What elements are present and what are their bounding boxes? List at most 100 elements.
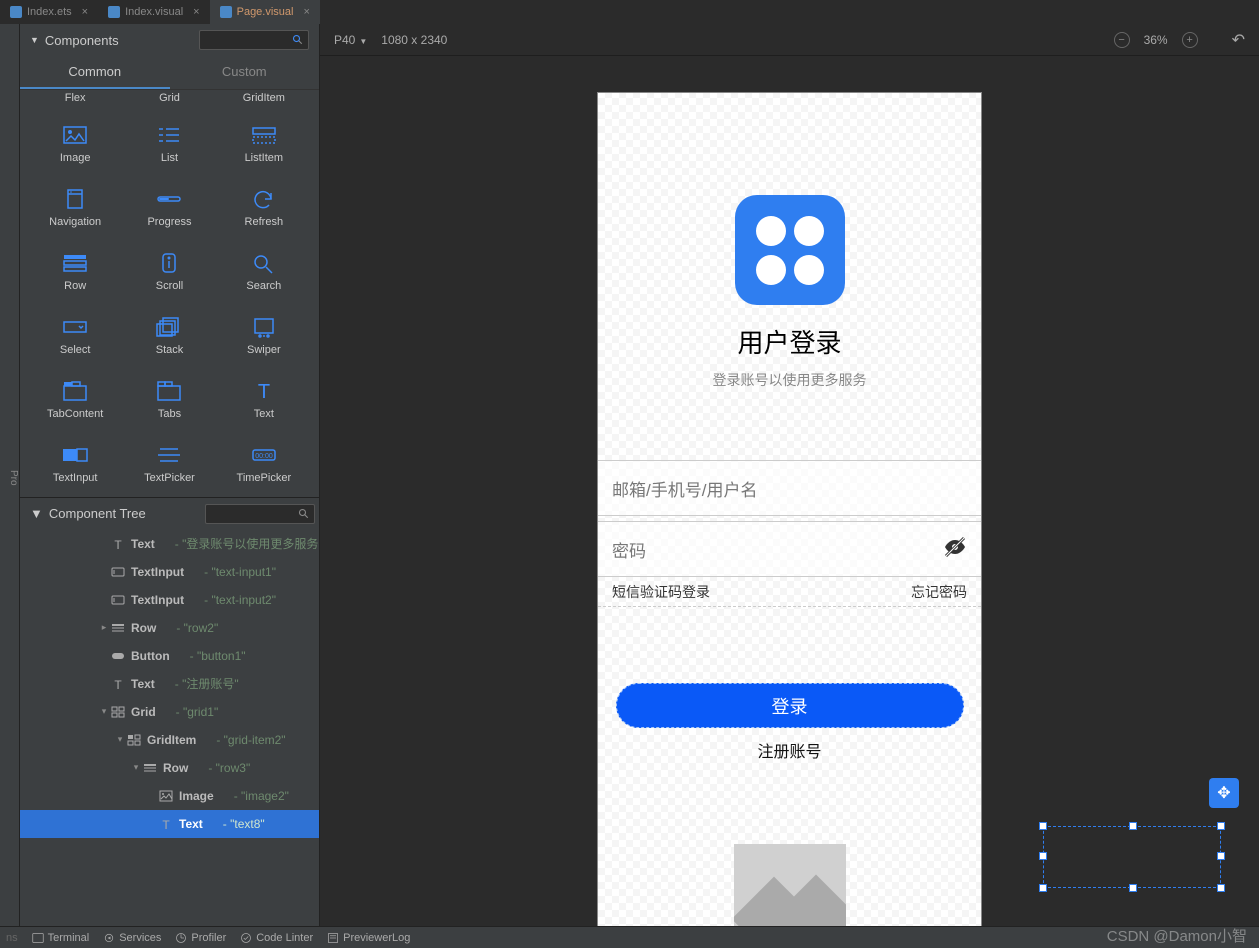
resize-handle[interactable] [1129,822,1137,830]
textinput-icon [61,444,89,466]
components-panel: ▼ Components Common Custom FlexGridGridI… [20,24,320,926]
file-tab-index-visual[interactable]: Index.visual× [98,0,210,24]
tree-row-text[interactable]: TText- "text8" [20,810,319,838]
component-label: TimePicker [237,472,292,484]
close-icon[interactable]: × [82,6,88,18]
component-stack[interactable]: Stack [122,304,216,368]
tab-custom[interactable]: Custom [170,56,320,89]
sms-login-link[interactable]: 短信验证码登录 [612,582,710,602]
move-handle[interactable]: ✥ [1209,778,1239,808]
component-search[interactable]: Search [217,240,311,304]
timepicker-icon: 00:00 [250,444,278,466]
tree-hint: - "row2" [176,621,218,635]
tree-row-text[interactable]: TText- "注册账号" [20,670,319,698]
bottom-toolbar: ns Terminal Services Profiler Code Linte… [0,926,1259,948]
undo-icon[interactable]: ↶ [1232,30,1245,50]
image-icon [61,124,89,146]
tree-hint: - "登录账号以使用更多服务 [175,535,319,552]
component-grid[interactable]: Grid [122,90,216,112]
expand-icon[interactable]: ▾ [114,734,126,745]
profiler-tab[interactable]: Profiler [175,932,226,944]
previewer-log-tab[interactable]: PreviewerLog [327,932,410,944]
svg-text:00:00: 00:00 [255,453,273,460]
close-icon[interactable]: × [303,6,309,18]
terminal-tab[interactable]: Terminal [32,932,90,944]
resize-handle[interactable] [1217,852,1225,860]
components-grid: FlexGridGridItem ImageListListItem Navigat… [20,90,319,497]
close-icon[interactable]: × [193,6,199,18]
tree-row-textinput[interactable]: TextInput- "text-input2" [20,586,319,614]
resize-handle[interactable] [1217,822,1225,830]
component-tabcontent[interactable]: TabContent [28,368,122,432]
tree-row-row[interactable]: ▾Row- "row3" [20,754,319,782]
tree-row-text[interactable]: TText- "登录账号以使用更多服务 [20,530,319,558]
component-flex[interactable]: Flex [28,90,122,112]
tree-row-textinput[interactable]: TextInput- "text-input1" [20,558,319,586]
component-tabs[interactable]: Tabs [122,368,216,432]
expand-icon[interactable]: ▸ [98,622,110,633]
component-timepicker[interactable]: 00:00 TimePicker [217,432,311,496]
zoom-in-button[interactable]: + [1182,32,1198,48]
tree-hint: - "image2" [234,789,289,803]
component-label: Row [64,280,86,292]
register-link[interactable]: 注册账号 [757,738,821,762]
resize-handle[interactable] [1039,852,1047,860]
grid-icon [110,705,126,719]
component-griditem[interactable]: GridItem [217,90,311,112]
expand-icon[interactable]: ▾ [130,762,142,773]
tree-row-image[interactable]: Image- "image2" [20,782,319,810]
tree-row-grid[interactable]: ▾Grid- "grid1" [20,698,319,726]
resize-handle[interactable] [1217,884,1225,892]
file-tab-page-visual[interactable]: Page.visual× [210,0,320,24]
tree-row-row[interactable]: ▸Row- "row2" [20,614,319,642]
left-gutter[interactable]: Pro [0,24,20,926]
tree-search[interactable] [205,504,315,524]
component-select[interactable]: Select [28,304,122,368]
components-search[interactable] [199,30,309,50]
password-field[interactable]: 密码 [598,521,981,577]
component-progress[interactable]: Progress [122,176,216,240]
expand-icon[interactable]: ▾ [98,706,110,717]
resize-handle[interactable] [1129,884,1137,892]
tree-label: GridItem [147,733,196,747]
login-button[interactable]: 登录 [616,683,964,728]
visibility-off-icon[interactable] [943,535,967,564]
component-listitem[interactable]: ListItem [217,112,311,176]
component-textpicker[interactable]: TextPicker [122,432,216,496]
component-list[interactable]: List [122,112,216,176]
listitem-icon [250,124,278,146]
component-image[interactable]: Image [28,112,122,176]
tree-label: Text [131,677,155,691]
component-text[interactable]: TText [217,368,311,432]
forgot-password-link[interactable]: 忘记密码 [911,582,967,602]
phone-preview[interactable]: 用户登录 登录账号以使用更多服务 邮箱/手机号/用户名 密码 短信验证码登录 忘… [597,92,982,926]
tree-label: Button [131,649,170,663]
tree-header[interactable]: ▼ Component Tree [20,497,319,530]
username-field[interactable]: 邮箱/手机号/用户名 [598,460,981,516]
collapse-icon[interactable]: ▼ [30,506,43,521]
file-tab-index-ets[interactable]: Index.ets× [0,0,98,24]
component-swiper[interactable]: Swiper [217,304,311,368]
component-row[interactable]: Row [28,240,122,304]
collapse-icon[interactable]: ▼ [30,35,39,45]
tree-row-button[interactable]: Button- "button1" [20,642,319,670]
device-selector[interactable]: P40▼ [334,33,367,47]
canvas-toolbar: P40▼ 1080 x 2340 − 36% + ↶ [320,24,1259,56]
resize-handle[interactable] [1039,884,1047,892]
select-icon [61,316,89,338]
component-textinput[interactable]: TextInput [28,432,122,496]
component-label: Navigation [49,216,101,228]
tree-row-griditem[interactable]: ▾GridItem- "grid-item2" [20,726,319,754]
textpicker-icon [155,444,183,466]
code-linter-tab[interactable]: Code Linter [240,932,313,944]
component-scroll[interactable]: Scroll [122,240,216,304]
components-header[interactable]: ▼ Components [20,24,319,56]
resize-handle[interactable] [1039,822,1047,830]
services-tab[interactable]: Services [103,932,161,944]
component-refresh[interactable]: Refresh [217,176,311,240]
canvas-viewport[interactable]: 用户登录 登录账号以使用更多服务 邮箱/手机号/用户名 密码 短信验证码登录 忘… [320,56,1259,926]
components-title: Components [45,33,119,48]
component-navigation[interactable]: Navigation [28,176,122,240]
zoom-out-button[interactable]: − [1114,32,1130,48]
tab-common[interactable]: Common [20,56,170,89]
